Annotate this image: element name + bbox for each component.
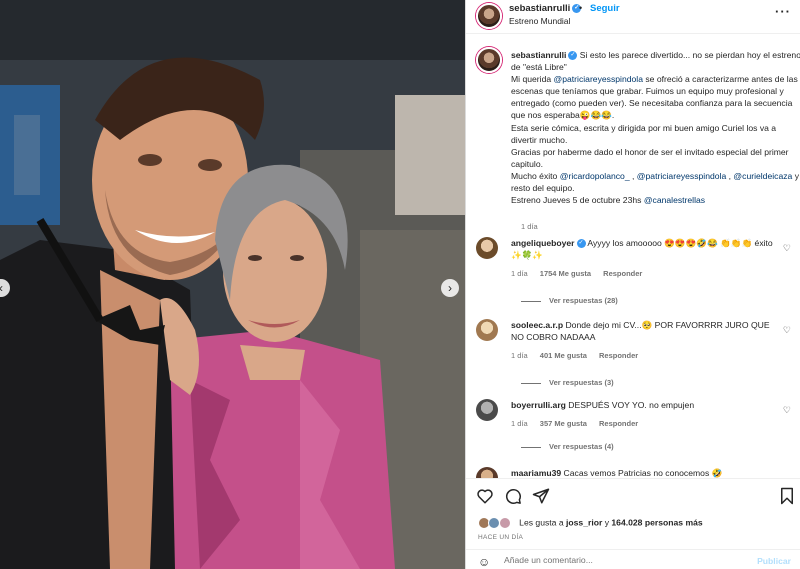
separator-dot: • — [579, 3, 583, 13]
comment-age: 1 día — [511, 419, 528, 428]
likes-prefix: Les gusta a — [519, 517, 566, 528]
comment-likes[interactable]: 401 Me gusta — [540, 351, 587, 360]
post-subtitle[interactable]: Estreno Mundial — [509, 16, 570, 26]
comment-text: maariamu39 Cacas vemos Patricias no cono… — [511, 467, 781, 478]
caption-segment: Estreno Jueves 5 de octubre 23hs — [511, 195, 644, 206]
comment-input[interactable] — [504, 555, 754, 565]
next-photo-button[interactable]: › — [441, 279, 459, 297]
view-replies-button[interactable]: Ver respuestas (28) — [521, 296, 618, 305]
commenter-avatar[interactable] — [476, 237, 498, 259]
comment-icon[interactable] — [504, 487, 522, 505]
commenter-avatar[interactable] — [476, 467, 498, 478]
mention-link[interactable]: @patriciareyesspindola — [554, 74, 643, 84]
chevron-right-icon: › — [448, 281, 452, 295]
commenter-avatar[interactable] — [476, 399, 498, 421]
verified-badge-icon: ✓ — [576, 239, 586, 249]
author-username-text[interactable]: sebastianrulli — [509, 3, 570, 14]
mention-link[interactable]: @patriciareyesspindola — [637, 171, 726, 181]
comment-text: angeliqueboyer ✓ Ayyyy los amooooo 😍😍😍🤣😂 … — [511, 237, 781, 261]
follow-button[interactable]: Seguir — [590, 3, 620, 14]
liker-avatar — [498, 517, 511, 529]
reply-button[interactable]: Responder — [599, 351, 638, 360]
likes-user[interactable]: joss_rior — [566, 517, 602, 527]
reply-button[interactable]: Responder — [603, 269, 642, 278]
likes-count[interactable]: 164.028 personas más — [611, 517, 702, 527]
mention-link[interactable]: @canalestrellas — [644, 195, 705, 205]
photo-illustration — [0, 0, 465, 569]
caption-segment: Mucho éxito — [511, 170, 560, 181]
bookmark-icon[interactable] — [779, 487, 795, 505]
post-sidebar: sebastianrulli ✓ • Seguir Estreno Mundial… — [465, 0, 800, 569]
commenter-avatar[interactable] — [476, 319, 498, 341]
comment-body: DESPUÉS VOY YO. no empujen — [565, 400, 695, 410]
comment-age: 1 día — [511, 269, 528, 278]
commenter-username[interactable]: sooleec.a.r.p — [511, 320, 563, 330]
reply-button[interactable]: Responder — [599, 419, 638, 428]
commenter-username[interactable]: angeliqueboyer — [511, 238, 575, 248]
emoji-icon[interactable]: ☺ — [478, 555, 490, 569]
comment-like-heart-icon[interactable]: ♡ — [783, 325, 791, 336]
comment-likes[interactable]: 357 Me gusta — [540, 419, 587, 428]
comment-body: Cacas vemos Patricias no conocemos 🤣 — [561, 468, 723, 478]
comment-like-heart-icon[interactable]: ♡ — [783, 243, 791, 254]
mention-link[interactable]: @curieldeicaza — [733, 171, 792, 181]
caption-segment: , — [629, 170, 637, 181]
author-avatar[interactable] — [476, 3, 502, 29]
caption-text: sebastianrulli ✓ Si esto les parece diver… — [511, 49, 800, 206]
publish-button[interactable]: Publicar — [757, 556, 791, 566]
mention-link[interactable]: @ricardopolanco_ — [560, 171, 630, 181]
commenter-username[interactable]: boyerrulli.arg — [511, 400, 566, 410]
comments-scroll-area[interactable]: sebastianrulli ✓ Si esto les parece diver… — [466, 34, 800, 478]
comment-meta: 1 día 401 Me gusta Responder — [511, 351, 648, 360]
caption-age: 1 día — [521, 222, 538, 231]
view-replies-button[interactable]: Ver respuestas (3) — [521, 378, 614, 387]
author-username[interactable]: sebastianrulli ✓ — [509, 3, 582, 14]
commenter-username[interactable]: maariamu39 — [511, 468, 561, 478]
comment-like-heart-icon[interactable]: ♡ — [783, 405, 791, 416]
view-replies-button[interactable]: Ver respuestas (4) — [521, 442, 614, 451]
post-timestamp[interactable]: HACE UN DÍA — [478, 534, 523, 541]
heart-icon[interactable] — [476, 487, 494, 505]
post-modal: ‹ › sebastianrulli✓ • Seguir Estreno Mun… — [0, 0, 800, 569]
comment-text: sooleec.a.r.p Donde dejo mi CV...🥺 POR F… — [511, 319, 781, 343]
comment-meta: 1 día 1754 Me gusta Responder — [511, 269, 652, 278]
add-comment-bar: ☺ Publicar — [466, 549, 800, 569]
send-icon[interactable] — [532, 487, 550, 505]
chevron-left-icon: ‹ — [0, 281, 3, 295]
post-header: sebastianrulli ✓ • Seguir Estreno Mundial… — [466, 0, 800, 34]
caption-username[interactable]: sebastianrulli — [511, 50, 566, 60]
caption-segment: Esta serie cómica, escrita y dirigida po… — [511, 122, 777, 145]
comment-text: boyerrulli.arg DESPUÉS VOY YO. no empuje… — [511, 399, 781, 411]
likes-summary[interactable]: Les gusta a joss_rior y 164.028 personas… — [478, 517, 703, 529]
post-photo: ‹ › — [0, 0, 465, 569]
caption-avatar[interactable] — [476, 47, 502, 73]
comment-likes[interactable]: 1754 Me gusta — [540, 269, 591, 278]
more-options-button[interactable]: ··· — [775, 4, 791, 19]
caption-segment: Mi querida — [511, 74, 554, 85]
post-actions: Les gusta a joss_rior y 164.028 personas… — [466, 478, 800, 569]
comment-meta: 1 día 357 Me gusta Responder — [511, 419, 648, 428]
comment-age: 1 día — [511, 351, 528, 360]
caption-segment: Gracias por haberme dado el honor de ser… — [511, 146, 789, 169]
